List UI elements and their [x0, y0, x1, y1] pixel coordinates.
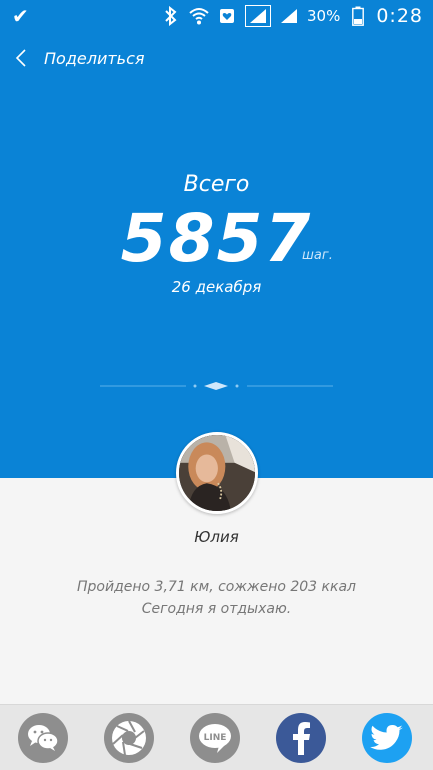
avatar [176, 432, 258, 514]
twitter-share-button[interactable] [362, 713, 412, 763]
wifi-icon [189, 6, 209, 26]
step-count: 5857 [120, 200, 313, 277]
check-icon: ✔ [12, 4, 29, 28]
user-name: Юлия [194, 528, 239, 546]
signal-icon [244, 5, 271, 27]
page-title: Поделиться [44, 48, 145, 68]
chevron-left-icon[interactable] [14, 46, 34, 70]
share-bar: LINE [0, 704, 433, 770]
activity-summary: Пройдено 3,71 км, сожжено 203 ккал Сегод… [0, 576, 433, 620]
line-share-button[interactable]: LINE [190, 713, 240, 763]
svg-text:LINE: LINE [204, 733, 227, 743]
distance-calories-text: Пройдено 3,71 км, сожжено 203 ккал [77, 579, 356, 595]
signal-icon [279, 6, 299, 26]
battery-percent: 30% [306, 7, 341, 25]
twitter-icon [370, 725, 403, 750]
status-text: Сегодня я отдыхаю. [141, 601, 292, 617]
bluetooth-icon [161, 6, 181, 26]
aperture-icon [112, 720, 146, 756]
status-icons: 30% 0:28 [161, 0, 423, 32]
wechat-share-button[interactable] [18, 713, 68, 763]
notification-icon [217, 6, 237, 26]
wechat-icon [28, 725, 59, 751]
steps-container: 5857 [0, 200, 433, 278]
line-icon: LINE [199, 724, 231, 753]
step-unit: шаг. [302, 248, 333, 263]
toolbar: Поделиться [14, 46, 145, 70]
moments-share-button[interactable] [104, 713, 154, 763]
total-label: Всего [183, 172, 250, 197]
date-label: 26 декабря [171, 278, 262, 296]
battery-icon [348, 6, 368, 26]
status-bar: ✔ 30% 0:28 [0, 0, 433, 32]
page-divider [100, 382, 333, 390]
facebook-icon [293, 722, 310, 755]
facebook-share-button[interactable] [276, 713, 326, 763]
clock: 0:28 [376, 5, 423, 27]
